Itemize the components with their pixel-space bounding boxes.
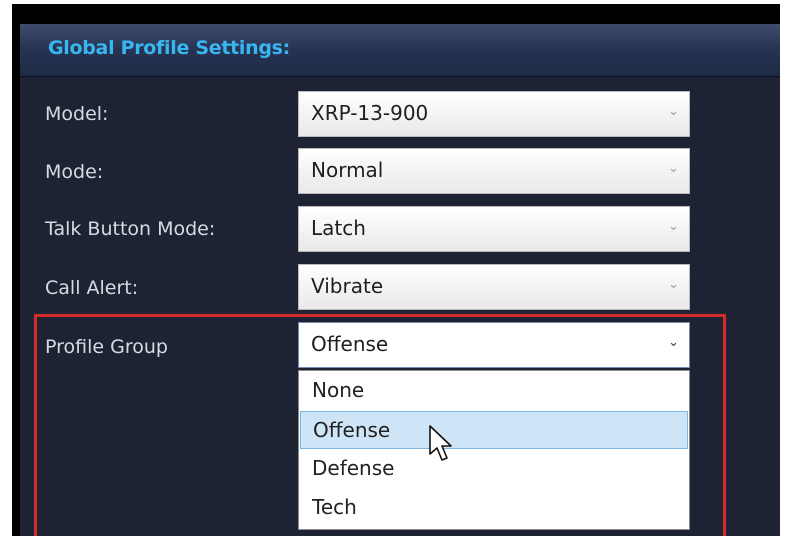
talk-button-mode-value: Latch — [311, 216, 366, 240]
call-alert-label: Call Alert: — [45, 277, 139, 299]
talk-button-mode-label: Talk Button Mode: — [45, 218, 216, 240]
mode-value: Normal — [311, 158, 384, 182]
option-label: Offense — [313, 418, 391, 442]
chevron-down-icon: ⌄ — [668, 277, 679, 292]
dropdown-option-defense[interactable]: Defense — [300, 450, 688, 488]
panel-header: Global Profile Settings: — [20, 24, 780, 77]
mode-label: Mode: — [45, 161, 104, 183]
profile-group-select[interactable]: Offense ⌄ — [298, 322, 690, 368]
option-label: Tech — [312, 495, 357, 519]
talk-button-mode-select[interactable]: Latch ⌄ — [298, 206, 690, 252]
model-value: XRP-13-900 — [311, 101, 429, 125]
profile-group-label: Profile Group — [45, 336, 168, 358]
model-select[interactable]: XRP-13-900 ⌄ — [298, 91, 690, 137]
dropdown-option-offense[interactable]: Offense — [300, 411, 688, 449]
chevron-down-icon: ⌄ — [668, 161, 679, 176]
dropdown-option-tech[interactable]: Tech — [300, 489, 688, 527]
option-label: Defense — [312, 456, 395, 480]
dropdown-option-none[interactable]: None — [300, 372, 688, 410]
profile-group-value: Offense — [311, 332, 389, 356]
model-label: Model: — [45, 103, 109, 125]
call-alert-value: Vibrate — [311, 274, 384, 298]
mode-select[interactable]: Normal ⌄ — [298, 148, 690, 194]
option-label: None — [312, 378, 365, 402]
mouse-pointer-icon — [429, 425, 452, 461]
chevron-down-icon: ⌄ — [668, 335, 679, 350]
global-profile-settings-panel: Global Profile Settings: Model: XRP-13-9… — [20, 24, 780, 536]
chevron-down-icon: ⌄ — [668, 104, 679, 119]
chevron-down-icon: ⌄ — [668, 219, 679, 234]
profile-group-dropdown-list: None Offense Defense Tech — [298, 370, 690, 530]
call-alert-select[interactable]: Vibrate ⌄ — [298, 264, 690, 310]
panel-title: Global Profile Settings: — [48, 37, 290, 59]
